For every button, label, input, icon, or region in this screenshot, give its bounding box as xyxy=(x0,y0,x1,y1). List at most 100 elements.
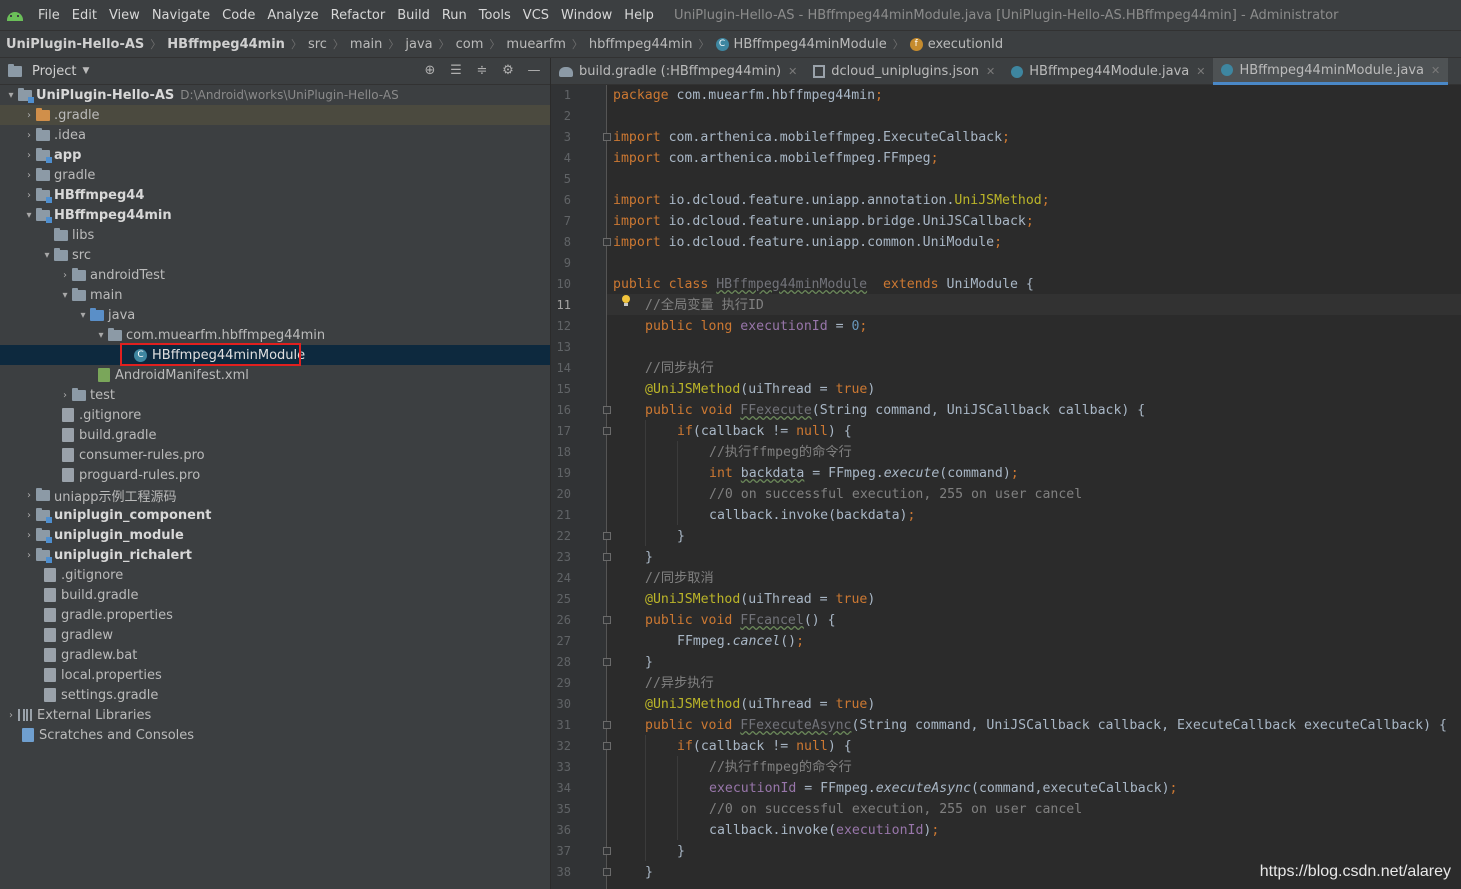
menu-edit[interactable]: Edit xyxy=(66,8,103,23)
tree-item-module-build-gradle[interactable]: build.gradle xyxy=(0,425,550,445)
line-number[interactable]: 37 xyxy=(551,841,571,862)
line-number[interactable]: 19 xyxy=(551,463,571,484)
breadcrumb-project[interactable]: UniPlugin-Hello-AS xyxy=(6,37,144,52)
tree-item-proguard-rules[interactable]: proguard-rules.pro xyxy=(0,465,550,485)
fold-marker-icon[interactable] xyxy=(603,868,611,876)
chevron-right-icon[interactable]: › xyxy=(22,150,36,161)
tree-item-hbffmpeg44[interactable]: › HBffmpeg44 xyxy=(0,185,550,205)
line-number[interactable]: 11 xyxy=(551,295,571,316)
tree-item-java[interactable]: ▾ java xyxy=(0,305,550,325)
chevron-right-icon[interactable]: › xyxy=(22,170,36,181)
tree-item-root-build-gradle[interactable]: build.gradle xyxy=(0,585,550,605)
tree-item-consumer-rules[interactable]: consumer-rules.pro xyxy=(0,445,550,465)
line-number[interactable]: 32 xyxy=(551,736,571,757)
tree-item-idea[interactable]: › .idea xyxy=(0,125,550,145)
fold-marker-icon[interactable] xyxy=(603,406,611,414)
tree-item-gradlew-bat[interactable]: gradlew.bat xyxy=(0,645,550,665)
chevron-down-icon[interactable]: ▾ xyxy=(40,250,54,261)
line-number[interactable]: 36 xyxy=(551,820,571,841)
breadcrumb-main[interactable]: main xyxy=(350,37,382,52)
line-number[interactable]: 9 xyxy=(551,253,571,274)
fold-marker-icon[interactable] xyxy=(603,133,611,141)
tree-item-libs[interactable]: libs xyxy=(0,225,550,245)
line-number[interactable]: 27 xyxy=(551,631,571,652)
chevron-right-icon[interactable]: › xyxy=(22,530,36,541)
fold-marker-icon[interactable] xyxy=(603,742,611,750)
line-number[interactable]: 8 xyxy=(551,232,571,253)
tree-item-root[interactable]: ▾ UniPlugin-Hello-AS D:\Android\works\UniP… xyxy=(0,85,550,105)
line-number[interactable]: 38 xyxy=(551,862,571,883)
line-number[interactable]: 30 xyxy=(551,694,571,715)
menu-tools[interactable]: Tools xyxy=(473,8,517,23)
tree-item-gradlew[interactable]: gradlew xyxy=(0,625,550,645)
line-number[interactable]: 6 xyxy=(551,190,571,211)
line-number[interactable]: 22 xyxy=(551,526,571,547)
fold-marker-icon[interactable] xyxy=(603,721,611,729)
chevron-right-icon[interactable]: › xyxy=(58,390,72,401)
tree-item-dot-gradle[interactable]: › .gradle xyxy=(0,105,550,125)
chevron-down-icon[interactable]: ▾ xyxy=(58,290,72,301)
tab-hbffmpeg44-module[interactable]: HBffmpeg44Module.java ✕ xyxy=(1003,58,1213,85)
tree-item-main[interactable]: ▾ main xyxy=(0,285,550,305)
tree-item-uniapp-sample[interactable]: › uniapp示例工程源码 xyxy=(0,485,550,505)
tree-item-androidtest[interactable]: › androidTest xyxy=(0,265,550,285)
line-number[interactable]: 33 xyxy=(551,757,571,778)
breadcrumb-src[interactable]: src xyxy=(308,37,327,52)
close-icon[interactable]: ✕ xyxy=(986,65,995,78)
chevron-down-icon[interactable]: ▾ xyxy=(22,210,36,221)
line-number[interactable]: 34 xyxy=(551,778,571,799)
collapse-all-icon[interactable]: ≑ xyxy=(474,63,490,79)
line-number[interactable]: 2 xyxy=(551,106,571,127)
tree-item-local-properties[interactable]: local.properties xyxy=(0,665,550,685)
chevron-down-icon[interactable]: ▾ xyxy=(76,310,90,321)
line-number[interactable]: 28 xyxy=(551,652,571,673)
locate-icon[interactable]: ⊕ xyxy=(422,63,438,79)
fold-marker-icon[interactable] xyxy=(603,553,611,561)
line-number[interactable]: 20 xyxy=(551,484,571,505)
tree-item-gradle-properties[interactable]: gradle.properties xyxy=(0,605,550,625)
chevron-right-icon[interactable]: › xyxy=(22,490,36,501)
chevron-right-icon[interactable]: › xyxy=(22,550,36,561)
chevron-right-icon[interactable]: › xyxy=(4,710,18,721)
tree-item-external-libraries[interactable]: › External Libraries xyxy=(0,705,550,725)
tree-item-scratches[interactable]: Scratches and Consoles xyxy=(0,725,550,745)
chevron-right-icon[interactable]: › xyxy=(22,110,36,121)
tab-hbffmpeg44min-module[interactable]: HBffmpeg44minModule.java ✕ xyxy=(1213,58,1449,85)
menu-help[interactable]: Help xyxy=(618,8,660,23)
line-number[interactable]: 16 xyxy=(551,400,571,421)
tree-item-manifest[interactable]: AndroidManifest.xml xyxy=(0,365,550,385)
tab-build-gradle[interactable]: build.gradle (:HBffmpeg44min) ✕ xyxy=(551,58,805,85)
gear-icon[interactable]: ⚙ xyxy=(500,63,516,79)
chevron-right-icon[interactable]: › xyxy=(22,130,36,141)
tab-dcloud-uniplugins-json[interactable]: dcloud_uniplugins.json ✕ xyxy=(805,58,1003,85)
tree-item-uniplugin-component[interactable]: › uniplugin_component xyxy=(0,505,550,525)
fold-marker-icon[interactable] xyxy=(603,847,611,855)
chevron-down-icon[interactable]: ▼ xyxy=(82,66,89,76)
fold-marker-icon[interactable] xyxy=(603,658,611,666)
line-number[interactable]: 13 xyxy=(551,337,571,358)
tree-item-gradle[interactable]: › gradle xyxy=(0,165,550,185)
chevron-down-icon[interactable]: ▾ xyxy=(94,330,108,341)
menu-navigate[interactable]: Navigate xyxy=(146,8,216,23)
chevron-right-icon[interactable]: › xyxy=(58,270,72,281)
line-number[interactable]: 12 xyxy=(551,316,571,337)
close-icon[interactable]: ✕ xyxy=(1196,65,1205,78)
hide-icon[interactable]: — xyxy=(526,63,542,79)
line-number[interactable]: 26 xyxy=(551,610,571,631)
line-number[interactable]: 4 xyxy=(551,148,571,169)
breadcrumb-class[interactable]: HBffmpeg44minModule xyxy=(734,37,887,52)
fold-marker-icon[interactable] xyxy=(603,238,611,246)
line-number[interactable]: 29 xyxy=(551,673,571,694)
line-number[interactable]: 35 xyxy=(551,799,571,820)
breadcrumb-java[interactable]: java xyxy=(405,37,432,52)
fold-marker-icon[interactable] xyxy=(603,427,611,435)
project-view-title[interactable]: Project xyxy=(32,64,76,79)
tree-item-app[interactable]: › app xyxy=(0,145,550,165)
menu-analyze[interactable]: Analyze xyxy=(261,8,324,23)
line-number[interactable]: 18 xyxy=(551,442,571,463)
close-icon[interactable]: ✕ xyxy=(1431,64,1440,77)
menu-run[interactable]: Run xyxy=(436,8,473,23)
tree-item-settings-gradle[interactable]: settings.gradle xyxy=(0,685,550,705)
tree-item-package[interactable]: ▾ com.muearfm.hbffmpeg44min xyxy=(0,325,550,345)
close-icon[interactable]: ✕ xyxy=(788,65,797,78)
